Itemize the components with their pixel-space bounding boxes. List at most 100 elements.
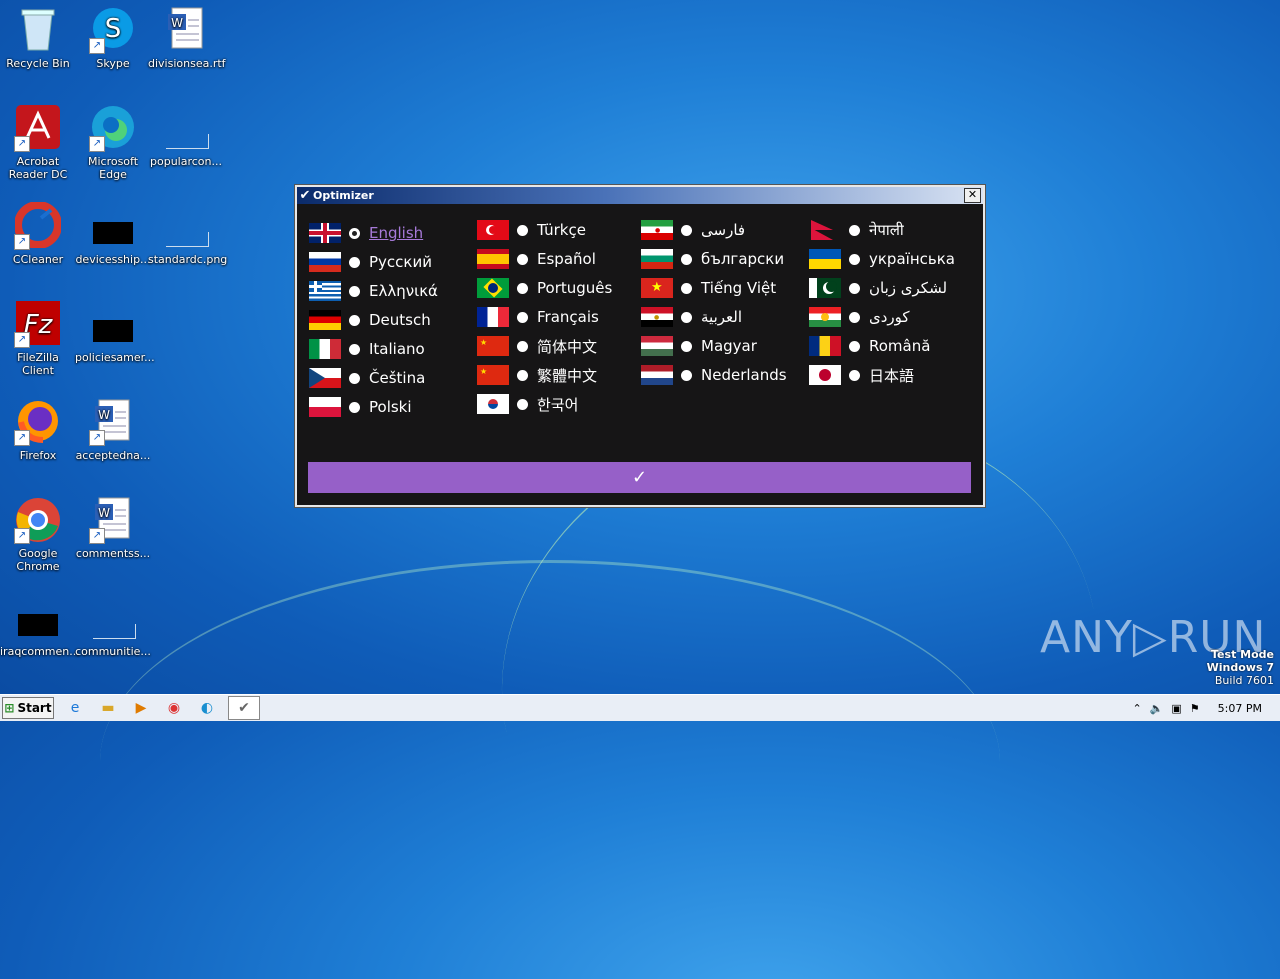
network-icon[interactable]: ▣: [1171, 702, 1181, 715]
optimizer-task-icon[interactable]: ✔: [228, 696, 260, 720]
explorer-folder-icon[interactable]: ▬: [96, 697, 120, 719]
language-label[interactable]: Français: [537, 308, 599, 326]
language-radio[interactable]: [681, 340, 692, 352]
language-radio[interactable]: [849, 224, 860, 236]
language-radio[interactable]: [681, 224, 692, 236]
language-radio[interactable]: [349, 227, 360, 239]
language-label[interactable]: Čeština: [369, 369, 425, 387]
language-radio[interactable]: [849, 369, 860, 381]
language-radio[interactable]: [349, 285, 360, 297]
language-option[interactable]: українська: [809, 248, 955, 270]
edge-icon[interactable]: ◐: [195, 697, 219, 719]
desktop-icon[interactable]: Wdivisionsea.rtf: [148, 6, 226, 70]
language-option[interactable]: English: [309, 222, 423, 244]
language-option[interactable]: Polski: [309, 396, 412, 418]
language-radio[interactable]: [681, 311, 692, 323]
language-radio[interactable]: [849, 282, 860, 294]
language-label[interactable]: Español: [537, 250, 596, 268]
language-option[interactable]: Magyar: [641, 335, 757, 357]
clock[interactable]: 5:07 PM: [1218, 702, 1262, 715]
language-radio[interactable]: [849, 340, 860, 352]
language-option[interactable]: български: [641, 248, 784, 270]
close-button[interactable]: ✕: [964, 188, 981, 203]
language-label[interactable]: Português: [537, 279, 612, 297]
language-option[interactable]: Türkçe: [477, 219, 586, 241]
language-label[interactable]: کوردی: [869, 308, 910, 326]
desktop-icon[interactable]: Recycle Bin: [0, 6, 76, 70]
language-label[interactable]: नेपाली: [869, 220, 904, 240]
desktop-icon[interactable]: policiesamer...: [75, 300, 155, 364]
language-radio[interactable]: [349, 343, 360, 355]
desktop-icon[interactable]: W ↗ acceptedna...: [75, 398, 151, 462]
language-label[interactable]: 简体中文: [537, 336, 597, 357]
confirm-button[interactable]: ✓: [308, 462, 971, 493]
language-option[interactable]: Italiano: [309, 338, 425, 360]
language-option[interactable]: Română: [809, 335, 930, 357]
language-option[interactable]: 日本語: [809, 364, 914, 386]
language-label[interactable]: Tiếng Việt: [701, 279, 776, 297]
language-label[interactable]: Русский: [369, 253, 432, 271]
language-radio[interactable]: [517, 311, 528, 323]
language-label[interactable]: українська: [869, 250, 955, 268]
start-button[interactable]: ⊞ Start: [2, 697, 54, 719]
language-label[interactable]: 한국어: [537, 394, 578, 415]
language-option[interactable]: Español: [477, 248, 596, 270]
chrome-icon[interactable]: ◉: [162, 697, 186, 719]
desktop-icon[interactable]: communitie...: [75, 594, 151, 658]
desktop-icon[interactable]: ↗ CCleaner: [0, 201, 76, 266]
language-label[interactable]: فارسی: [701, 221, 745, 239]
language-radio[interactable]: [517, 340, 528, 352]
desktop-icon[interactable]: devicesship...: [75, 202, 151, 266]
desktop-icon[interactable]: ↗ Google Chrome: [0, 496, 76, 573]
language-radio[interactable]: [849, 311, 860, 323]
desktop-icon[interactable]: ↗ Microsoft Edge: [75, 104, 151, 181]
language-radio[interactable]: [517, 282, 528, 294]
language-option[interactable]: کوردی: [809, 306, 910, 328]
language-radio[interactable]: [517, 398, 528, 410]
language-option[interactable]: ★ 繁體中文: [477, 364, 597, 386]
language-option[interactable]: Čeština: [309, 367, 425, 389]
language-label[interactable]: Italiano: [369, 340, 425, 358]
desktop-icon[interactable]: ↗ Firefox: [0, 398, 76, 462]
language-radio[interactable]: [349, 372, 360, 384]
desktop-icon[interactable]: Fz ↗ FileZilla Client: [0, 300, 76, 377]
language-label[interactable]: български: [701, 250, 784, 268]
language-option[interactable]: 한국어: [477, 393, 578, 415]
dialog-titlebar[interactable]: ✔ Optimizer ✕: [297, 187, 983, 204]
language-option[interactable]: Deutsch: [309, 309, 431, 331]
desktop-icon[interactable]: ↗ Acrobat Reader DC: [0, 104, 76, 181]
desktop-icon[interactable]: iraqcommen...: [0, 594, 80, 658]
language-radio[interactable]: [681, 369, 692, 381]
language-option[interactable]: ● العربية: [641, 306, 742, 328]
language-option[interactable]: Français: [477, 306, 599, 328]
language-label[interactable]: Nederlands: [701, 366, 787, 384]
language-option[interactable]: ★ 简体中文: [477, 335, 597, 357]
language-label[interactable]: Deutsch: [369, 311, 431, 329]
language-radio[interactable]: [349, 401, 360, 413]
language-option[interactable]: ● فارسی: [641, 219, 745, 241]
language-radio[interactable]: [349, 314, 360, 326]
language-option[interactable]: Русский: [309, 251, 432, 273]
language-label[interactable]: 日本語: [869, 365, 914, 386]
language-radio[interactable]: [849, 253, 860, 265]
language-option[interactable]: Ελληνικά: [309, 280, 438, 302]
desktop-icon[interactable]: popularcon...: [148, 104, 224, 168]
desktop-icon[interactable]: standardc.png: [148, 202, 227, 266]
language-option[interactable]: ★ Tiếng Việt: [641, 277, 776, 299]
internet-explorer-icon[interactable]: e: [63, 697, 87, 719]
language-radio[interactable]: [681, 253, 692, 265]
language-label[interactable]: لشکری زبان: [869, 279, 947, 297]
language-label[interactable]: Türkçe: [537, 221, 586, 239]
volume-icon[interactable]: 🔈: [1150, 702, 1164, 715]
language-label[interactable]: العربية: [701, 308, 742, 326]
language-radio[interactable]: [517, 224, 528, 236]
language-option[interactable]: नेपाली: [809, 219, 904, 241]
language-label[interactable]: Magyar: [701, 337, 757, 355]
tray-expand-icon[interactable]: ⌃: [1132, 702, 1141, 715]
language-radio[interactable]: [517, 253, 528, 265]
language-label[interactable]: English: [369, 224, 423, 242]
language-radio[interactable]: [517, 369, 528, 381]
action-center-flag-icon[interactable]: ⚑: [1190, 702, 1200, 715]
language-radio[interactable]: [681, 282, 692, 294]
language-option[interactable]: Nederlands: [641, 364, 787, 386]
